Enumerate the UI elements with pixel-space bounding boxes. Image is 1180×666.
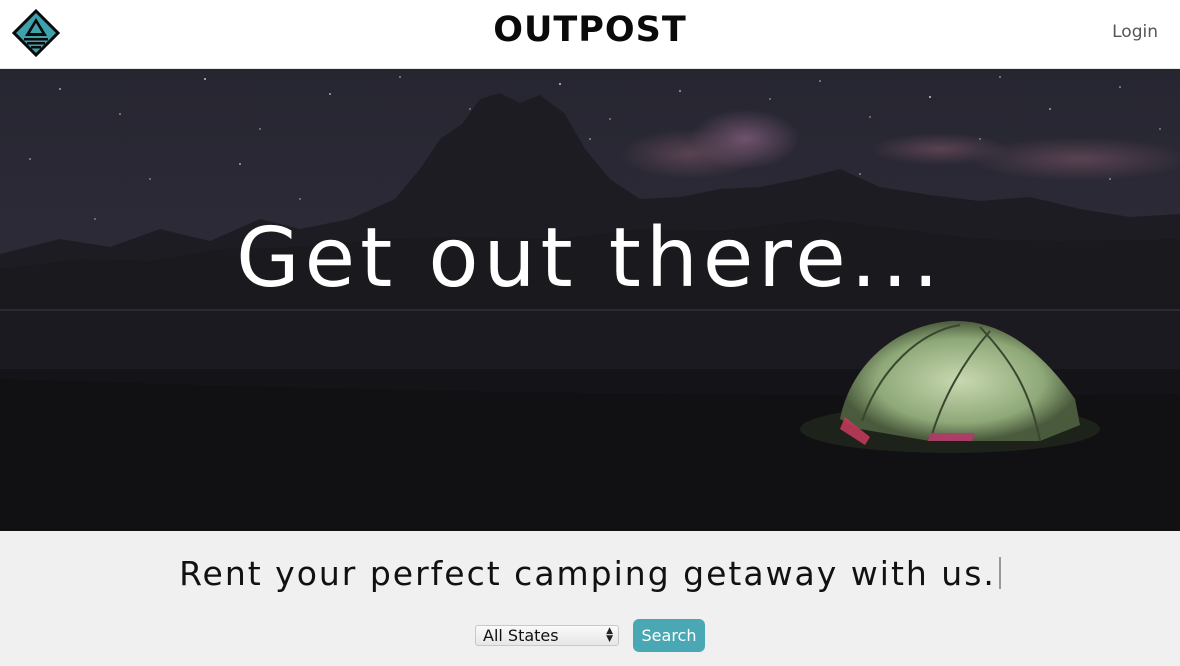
tagline-label: Rent your perfect camping getaway with u… (179, 554, 996, 593)
search-form: All States ▲ ▼ Search (0, 619, 1180, 652)
search-button[interactable]: Search (633, 619, 705, 652)
brand-logo-text[interactable]: OUTPOST (0, 8, 1180, 52)
typing-caret (998, 557, 1001, 589)
tagline-text: Rent your perfect camping getaway with u… (0, 551, 1180, 597)
state-select-value: All States (483, 626, 559, 645)
select-arrows-icon: ▲ ▼ (606, 626, 613, 644)
login-link[interactable]: Login (1112, 22, 1158, 42)
top-navbar: OUTPOST Login (0, 0, 1180, 69)
search-section: Rent your perfect camping getaway with u… (0, 531, 1180, 666)
state-select[interactable]: All States ▲ ▼ (475, 625, 619, 646)
hero-banner: Get out there... (0, 69, 1180, 531)
hero-headline: Get out there... (236, 211, 944, 306)
